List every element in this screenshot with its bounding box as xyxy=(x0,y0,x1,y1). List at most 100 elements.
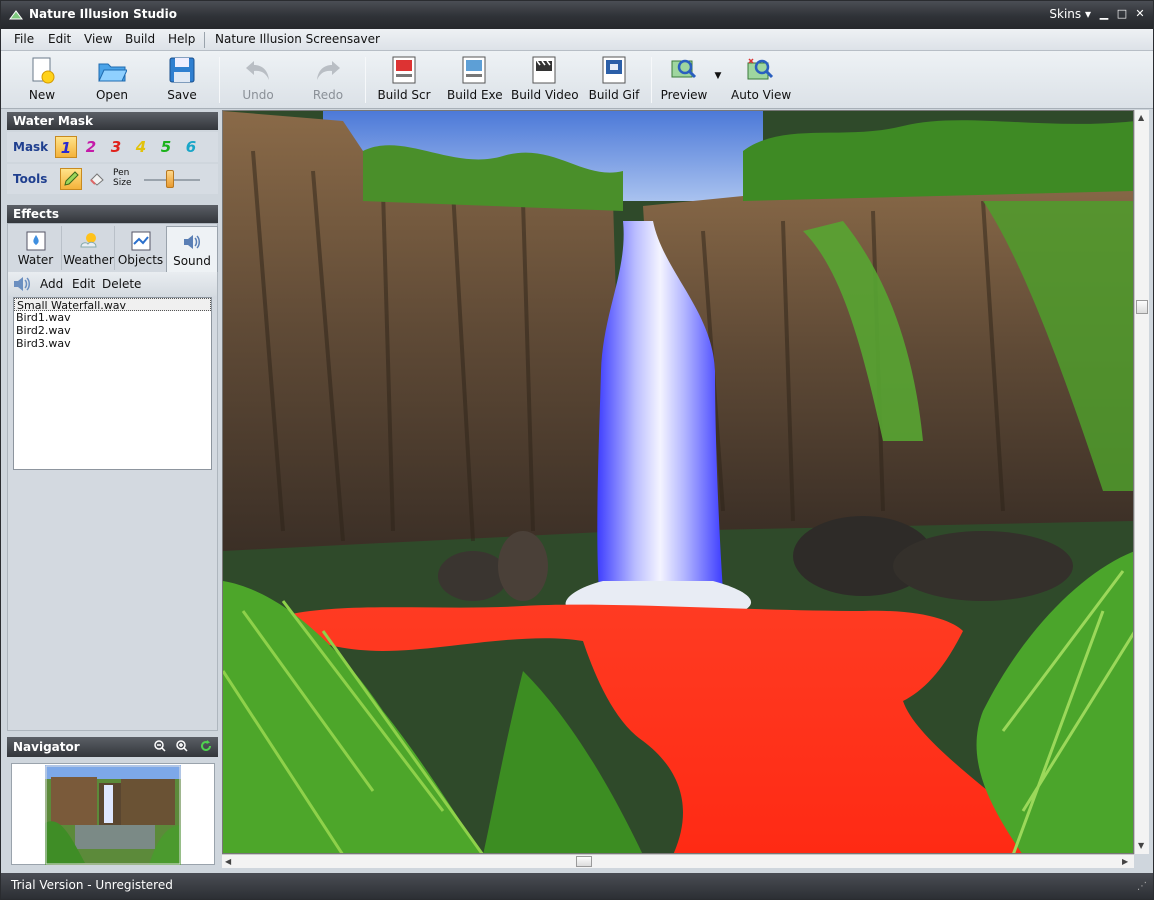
build-exe-label: Build Exe xyxy=(447,88,503,102)
chevron-down-icon: ▾ xyxy=(1084,7,1091,21)
menu-screensaver[interactable]: Nature Illusion Screensaver xyxy=(215,32,380,46)
pen-size-label: Pen Size xyxy=(113,168,132,188)
scroll-right-icon[interactable]: ▶ xyxy=(1122,857,1128,866)
build-exe-button[interactable]: Build Exe xyxy=(447,55,503,107)
menu-separator xyxy=(204,32,205,48)
tab-weather-label: Weather xyxy=(63,253,114,267)
tab-weather[interactable]: Weather xyxy=(63,226,115,270)
app-logo-icon xyxy=(9,10,23,20)
horizontal-scrollbar[interactable]: ◀ ▶ xyxy=(222,854,1134,868)
edit-sound-button[interactable]: Edit xyxy=(72,277,95,291)
build-scr-label: Build Scr xyxy=(377,88,431,102)
menu-build[interactable]: Build xyxy=(125,32,155,46)
build-scr-button[interactable]: Build Scr xyxy=(377,55,431,107)
pencil-icon xyxy=(64,171,79,186)
tools-row: Tools Pen Size xyxy=(7,164,218,194)
sound-toolbar: Add Edit Delete xyxy=(8,272,217,296)
build-exe-icon xyxy=(462,56,486,84)
toolbar: New Open Save Undo Redo Build Scr Build … xyxy=(1,51,1153,109)
sound-list[interactable]: Small Waterfall.wav Bird1.wav Bird2.wav … xyxy=(13,297,212,470)
app-window: Nature Illusion Studio Skins ▾ ▁ □ ✕ Fil… xyxy=(0,0,1154,900)
skins-menu[interactable]: Skins ▾ xyxy=(1049,7,1091,21)
status-text: Trial Version - Unregistered xyxy=(11,878,173,892)
navigator-header: Navigator xyxy=(7,737,218,757)
refresh-icon[interactable] xyxy=(199,739,213,753)
vertical-scroll-thumb[interactable] xyxy=(1136,300,1148,314)
add-sound-button[interactable]: Add xyxy=(40,277,63,291)
navigator-thumbnail[interactable] xyxy=(45,765,181,865)
scroll-up-icon[interactable]: ▲ xyxy=(1138,113,1144,122)
effects-title: Effects xyxy=(13,207,60,221)
auto-view-icon xyxy=(747,58,774,80)
menu-file[interactable]: File xyxy=(14,32,34,46)
water-drop-icon xyxy=(26,231,45,251)
open-label: Open xyxy=(95,88,129,102)
redo-button[interactable]: Redo xyxy=(305,55,351,107)
pen-tool-button[interactable] xyxy=(60,168,82,190)
mask-3-button[interactable]: 3 xyxy=(105,136,127,158)
mask-2-button[interactable]: 2 xyxy=(80,136,102,158)
folder-open-icon xyxy=(98,63,127,82)
mask-4-button[interactable]: 4 xyxy=(130,136,152,158)
build-gif-button[interactable]: Build Gif xyxy=(587,55,641,107)
menu-help[interactable]: Help xyxy=(168,32,195,46)
tab-water[interactable]: Water xyxy=(10,226,62,270)
preview-dropdown-chevron-icon[interactable]: ▼ xyxy=(713,71,723,81)
status-bar: Trial Version - Unregistered ⋰ xyxy=(1,873,1153,899)
mask-1-button[interactable]: 1 xyxy=(55,136,77,158)
scroll-left-icon[interactable]: ◀ xyxy=(225,857,231,866)
open-button[interactable]: Open xyxy=(89,55,135,107)
mask-selector-row: Mask 1 2 3 4 5 6 xyxy=(7,132,218,162)
new-label: New xyxy=(28,88,56,102)
preview-label: Preview xyxy=(660,88,708,102)
mask-5-button[interactable]: 5 xyxy=(155,136,177,158)
undo-button[interactable]: Undo xyxy=(235,55,281,107)
list-item[interactable]: Small Waterfall.wav xyxy=(14,298,211,312)
list-item[interactable]: Bird3.wav xyxy=(14,337,211,350)
navigator-preview[interactable] xyxy=(11,763,215,865)
menu-view[interactable]: View xyxy=(84,32,112,46)
tab-sound[interactable]: Sound xyxy=(166,226,218,272)
zoom-out-icon[interactable] xyxy=(153,739,167,753)
pen-size-slider-thumb[interactable] xyxy=(166,170,174,188)
objects-icon xyxy=(131,231,150,251)
toolbar-separator xyxy=(365,57,366,103)
save-button[interactable]: Save xyxy=(159,55,205,107)
build-video-button[interactable]: Build Video xyxy=(511,55,579,107)
redo-label: Redo xyxy=(312,88,344,102)
mask-6-button[interactable]: 6 xyxy=(180,136,202,158)
mask-label: Mask xyxy=(13,140,49,154)
image-canvas[interactable] xyxy=(222,110,1134,854)
skins-label: Skins xyxy=(1049,7,1082,21)
list-item[interactable]: Bird1.wav xyxy=(14,311,211,324)
effects-header: Effects xyxy=(7,205,218,223)
tools-label: Tools xyxy=(13,172,48,186)
scroll-down-icon[interactable]: ▼ xyxy=(1138,841,1144,850)
eraser-tool-icon[interactable] xyxy=(89,172,105,186)
new-button[interactable]: New xyxy=(19,55,65,107)
title-bar: Nature Illusion Studio Skins ▾ ▁ □ ✕ xyxy=(1,1,1153,29)
toolbar-separator xyxy=(219,57,220,103)
waterfall-scene-image[interactable] xyxy=(223,111,1134,854)
build-gif-label: Build Gif xyxy=(588,88,640,102)
minimize-button[interactable]: ▁ xyxy=(1097,6,1111,22)
list-item[interactable]: Bird2.wav xyxy=(14,324,211,337)
build-scr-icon xyxy=(392,56,416,84)
redo-icon xyxy=(317,61,340,80)
horizontal-scroll-thumb[interactable] xyxy=(576,856,592,867)
menu-edit[interactable]: Edit xyxy=(48,32,71,46)
zoom-in-icon[interactable] xyxy=(175,739,189,753)
auto-view-button[interactable]: Auto View xyxy=(731,55,791,107)
menu-bar: File Edit View Build Help Nature Illusio… xyxy=(1,29,1153,51)
resize-grip-icon[interactable]: ⋰ xyxy=(1137,881,1147,892)
film-clapper-icon xyxy=(532,56,556,84)
close-button[interactable]: ✕ xyxy=(1133,6,1147,22)
undo-icon xyxy=(246,61,269,80)
tab-objects[interactable]: Objects xyxy=(115,226,167,270)
maximize-button[interactable]: □ xyxy=(1115,6,1129,22)
vertical-scrollbar[interactable]: ▲ ▼ xyxy=(1134,110,1149,854)
preview-button[interactable]: Preview xyxy=(659,55,709,107)
delete-sound-button[interactable]: Delete xyxy=(102,277,141,291)
build-video-label: Build Video xyxy=(511,88,579,102)
new-file-icon xyxy=(32,57,55,84)
